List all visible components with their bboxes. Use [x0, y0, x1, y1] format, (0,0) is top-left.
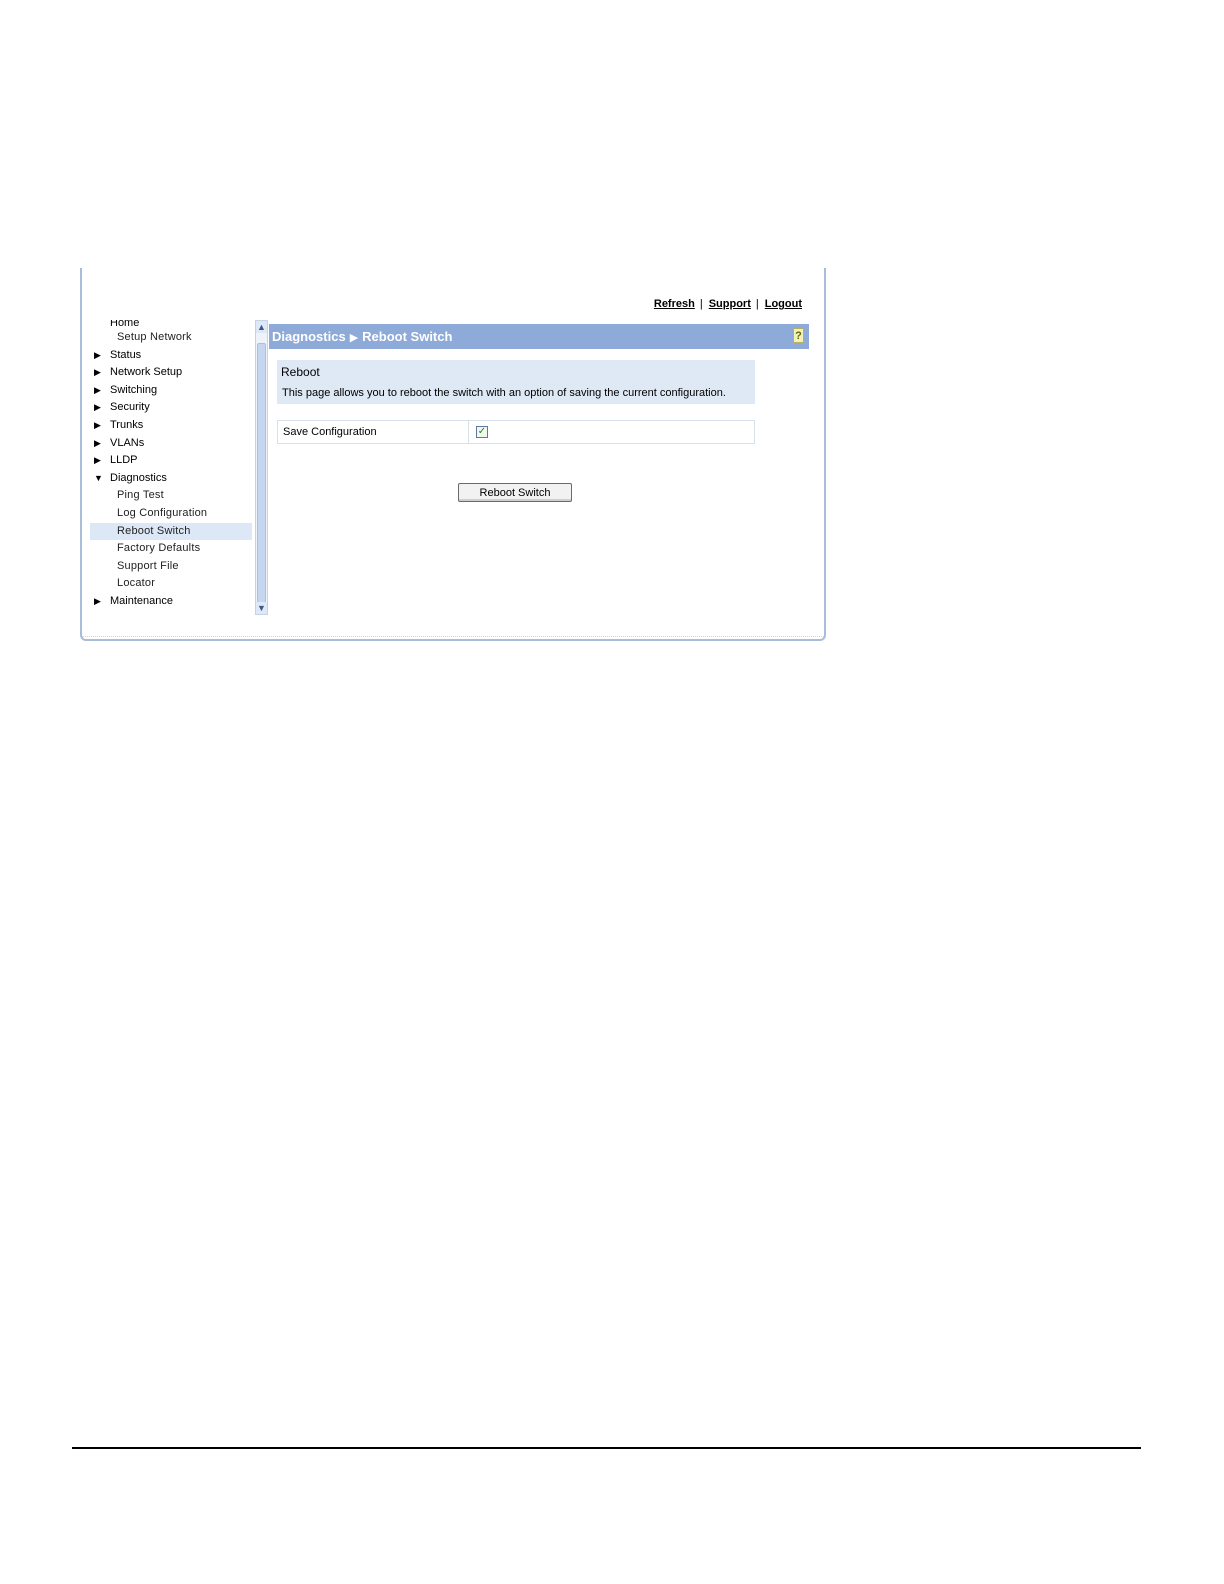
save-configuration-row: Save Configuration ✓ — [277, 420, 755, 444]
sidebar-item-security[interactable]: ▶ Security — [90, 399, 252, 417]
sidebar-item-label: Log Configuration — [117, 506, 208, 519]
refresh-link[interactable]: Refresh — [654, 298, 695, 310]
sidebar-item-ping-test[interactable]: Ping Test — [90, 487, 252, 505]
reboot-switch-button[interactable]: Reboot Switch — [458, 483, 572, 502]
triangle-right-icon: ▶ — [94, 419, 101, 430]
scroll-thumb[interactable] — [257, 343, 266, 603]
sidebar-item-label: Maintenance — [110, 594, 173, 607]
sidebar-item-diagnostics[interactable]: ▼ Diagnostics — [90, 470, 252, 488]
sidebar-item-support-file[interactable]: Support File — [90, 558, 252, 576]
triangle-right-icon: ▶ — [94, 595, 101, 606]
sidebar-item-label: Trunks — [110, 418, 144, 431]
header-links: Refresh | Support | Logout — [654, 298, 802, 310]
sidebar-item-home[interactable]: Home — [90, 320, 252, 329]
sidebar-item-label: Locator — [117, 577, 156, 590]
sidebar-item-setup-network[interactable]: Setup Network — [90, 329, 252, 347]
link-separator: | — [755, 298, 759, 310]
sidebar-item-label: Security — [110, 401, 150, 414]
sidebar-item-label: Ping Test — [117, 489, 164, 502]
sidebar-item-status[interactable]: ▶ Status — [90, 347, 252, 365]
sidebar-item-log-configuration[interactable]: Log Configuration — [90, 505, 252, 523]
triangle-right-icon: ▶ — [94, 455, 101, 466]
sidebar-item-label: Network Setup — [110, 366, 183, 379]
triangle-right-icon: ▶ — [94, 367, 101, 378]
sidebar-scrollbar[interactable]: ▲ ▼ — [255, 320, 268, 615]
scroll-up-icon[interactable]: ▲ — [256, 321, 267, 333]
save-configuration-checkbox[interactable]: ✓ — [476, 426, 488, 438]
save-configuration-label: Save Configuration — [278, 421, 469, 443]
sidebar-item-factory-defaults[interactable]: Factory Defaults — [90, 540, 252, 558]
breadcrumb-section: Diagnostics — [272, 329, 346, 344]
sidebar-item-label: Status — [110, 348, 142, 361]
link-separator: | — [699, 298, 703, 310]
triangle-down-icon: ▼ — [94, 472, 103, 483]
footer-divider — [72, 1447, 1141, 1449]
help-icon[interactable]: ? — [793, 328, 804, 343]
app-window: Refresh | Support | Logout Home Setup Network… — [80, 268, 826, 641]
breadcrumb-page: Reboot Switch — [362, 329, 453, 344]
breadcrumb-arrow-icon: ▶ — [349, 332, 359, 344]
sidebar-item-locator[interactable]: Locator — [90, 575, 252, 593]
sidebar-item-label: Home — [110, 320, 140, 329]
triangle-right-icon: ▶ — [94, 349, 101, 360]
sidebar-item-label: Switching — [110, 383, 158, 396]
sidebar-item-label: VLANs — [110, 436, 145, 449]
scroll-down-icon[interactable]: ▼ — [256, 602, 267, 614]
sidebar-item-label: Support File — [117, 559, 179, 572]
info-description: This page allows you to reboot the switc… — [282, 387, 726, 399]
triangle-right-icon: ▶ — [94, 437, 101, 448]
info-heading: Reboot — [281, 365, 320, 379]
sidebar-item-lldp[interactable]: ▶ LLDP — [90, 452, 252, 470]
info-panel: Reboot This page allows you to reboot th… — [277, 360, 755, 404]
sidebar-item-label: Setup Network — [117, 331, 192, 343]
sidebar-item-vlans[interactable]: ▶ VLANs — [90, 435, 252, 453]
page-title-bar: Diagnostics ▶ Reboot Switch ? — [269, 324, 809, 349]
sidebar-item-label: LLDP — [110, 454, 138, 467]
sidebar-item-label: Factory Defaults — [117, 542, 201, 555]
sidebar-nav: Home Setup Network ▶ Status ▶ Network Setup ▶ S… — [90, 320, 252, 615]
logout-link[interactable]: Logout — [765, 298, 802, 310]
sidebar-item-trunks[interactable]: ▶ Trunks — [90, 417, 252, 435]
support-link[interactable]: Support — [709, 298, 751, 310]
sidebar-item-label: Diagnostics — [110, 471, 167, 484]
sidebar-item-switching[interactable]: ▶ Switching — [90, 382, 252, 400]
sidebar-item-network-setup[interactable]: ▶ Network Setup — [90, 364, 252, 382]
sidebar-item-reboot-switch[interactable]: Reboot Switch — [90, 522, 252, 541]
triangle-right-icon: ▶ — [94, 384, 101, 395]
sidebar-item-label: Reboot Switch — [117, 524, 191, 537]
triangle-right-icon: ▶ — [94, 402, 101, 413]
sidebar-item-maintenance[interactable]: ▶ Maintenance — [90, 593, 252, 611]
